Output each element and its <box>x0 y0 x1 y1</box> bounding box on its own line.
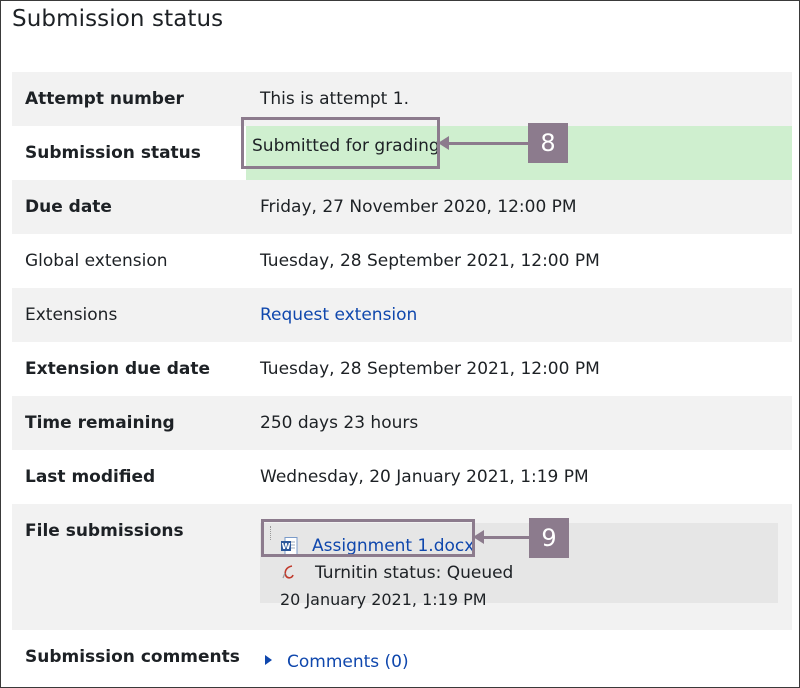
callout-8-box <box>241 117 440 169</box>
row-file-submissions: File submissions W Assignment 1.docx 9 T… <box>12 504 792 630</box>
callout-8-line <box>448 142 528 145</box>
time-remaining-value: 250 days 23 hours <box>260 413 419 433</box>
time-remaining-label: Time remaining <box>25 413 175 433</box>
request-extension-link[interactable]: Request extension <box>260 305 417 325</box>
row-extension-due-date: Extension due date Tuesday, 28 September… <box>12 342 792 396</box>
row-submission-status: Submission status Submitted for grading … <box>12 117 792 180</box>
attempt-number-label: Attempt number <box>25 89 184 109</box>
callout-9-arrow <box>473 530 484 544</box>
global-extension-value: Tuesday, 28 September 2021, 12:00 PM <box>260 251 600 271</box>
row-global-extension: Global extension Tuesday, 28 September 2… <box>12 234 792 288</box>
last-modified-label: Last modified <box>25 467 156 487</box>
row-last-modified: Last modified Wednesday, 20 January 2021… <box>12 450 792 504</box>
global-extension-label: Global extension <box>25 251 168 271</box>
comments-link-label[interactable]: Comments (0) <box>287 652 409 672</box>
due-date-label: Due date <box>25 197 112 217</box>
turnitin-icon <box>282 564 296 580</box>
callout-8-arrow <box>438 136 449 150</box>
row-due-date: Due date Friday, 27 November 2020, 12:00… <box>12 180 792 234</box>
row-submission-comments: Submission comments Comments (0) <box>12 630 792 688</box>
file-submission-date: 20 January 2021, 1:19 PM <box>280 590 487 609</box>
row-time-remaining: Time remaining 250 days 23 hours <box>12 396 792 450</box>
submission-comments-label: Submission comments <box>25 647 240 667</box>
callout-9-box <box>261 519 475 557</box>
extension-due-date-label: Extension due date <box>25 359 210 379</box>
page-title: Submission status <box>12 6 224 32</box>
turnitin-status: Turnitin status: Queued <box>315 563 514 583</box>
submission-status-table: Attempt number This is attempt 1. Submis… <box>12 72 792 688</box>
due-date-value: Friday, 27 November 2020, 12:00 PM <box>260 197 577 217</box>
expand-triangle-icon <box>265 655 272 665</box>
callout-8-badge: 8 <box>528 123 568 163</box>
file-submissions-label: File submissions <box>25 521 184 541</box>
submission-status-label: Submission status <box>25 143 201 163</box>
attempt-number-value: This is attempt 1. <box>260 89 409 109</box>
extension-due-date-value: Tuesday, 28 September 2021, 12:00 PM <box>260 359 600 379</box>
last-modified-value: Wednesday, 20 January 2021, 1:19 PM <box>260 467 589 487</box>
row-extensions: Extensions Request extension <box>12 288 792 342</box>
extensions-label: Extensions <box>25 305 118 325</box>
callout-9-badge: 9 <box>529 518 569 558</box>
comments-toggle[interactable]: Comments (0) <box>265 652 409 672</box>
